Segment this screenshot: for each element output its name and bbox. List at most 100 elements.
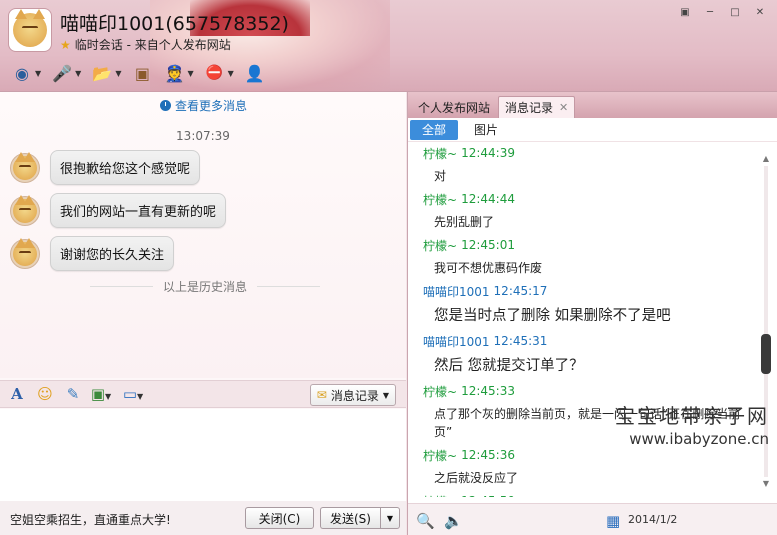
cat-avatar-icon xyxy=(13,194,37,223)
record-text: 之后就没反应了 xyxy=(434,471,519,485)
record-sender[interactable]: 柠檬~ xyxy=(423,493,457,498)
chevron-down-icon[interactable]: ▼ xyxy=(228,69,234,78)
watermark-url: www.ibabyzone.cn xyxy=(629,430,769,448)
screenshot-icon[interactable]: ▭▼ xyxy=(118,385,148,403)
send-file-button[interactable]: 📂 ▼ xyxy=(88,61,124,85)
tab-message-history[interactable]: 消息记录 ✕ xyxy=(498,96,576,118)
message-bubble[interactable]: 我们的网站一直有更新的呢 xyxy=(50,193,227,228)
record-sender[interactable]: 喵喵印1001 xyxy=(423,333,490,350)
filter-images[interactable]: 图片 xyxy=(462,120,510,140)
divider xyxy=(90,286,153,287)
tab-label: 消息记录 xyxy=(505,101,554,115)
record-time: 12:45:50 xyxy=(461,494,515,497)
record-time: 12:44:44 xyxy=(461,192,515,206)
record-time: 12:45:17 xyxy=(493,284,548,298)
message-bubble[interactable]: 谢谢您的长久关注 xyxy=(50,236,175,271)
tab-personal-site[interactable]: 个人发布网站 xyxy=(412,96,496,118)
message-area[interactable]: 查看更多消息 13:07:39 很抱歉给您这个感觉呢 我们的网站一直有更新的呢 … xyxy=(0,92,406,378)
scroll-thumb[interactable] xyxy=(761,334,771,374)
message-timestamp: 13:07:39 xyxy=(176,129,230,143)
view-more-messages-link[interactable]: 查看更多消息 xyxy=(160,97,247,114)
view-more-label: 查看更多消息 xyxy=(175,99,248,113)
message-row: 很抱歉给您这个感觉呢 xyxy=(10,150,201,185)
maximize-button[interactable]: □ xyxy=(724,4,746,20)
filter-all[interactable]: 全部 xyxy=(410,119,459,140)
watermark-text: 宝宝地带亲子网 xyxy=(615,404,769,428)
record-sender[interactable]: 柠檬~ xyxy=(423,237,457,254)
send-button[interactable]: 发送(S) xyxy=(320,507,380,529)
calendar-icon[interactable]: ▦ xyxy=(606,512,620,530)
mic-icon: 🎤 xyxy=(52,63,73,83)
contact-avatar[interactable] xyxy=(8,8,52,52)
record-time: 12:45:33 xyxy=(461,384,515,398)
history-label: 以上是历史消息 xyxy=(163,280,248,294)
avatar[interactable] xyxy=(10,194,40,226)
block-user-button[interactable]: ⛔ ▼ xyxy=(201,61,237,85)
message-bubble[interactable]: 很抱歉给您这个感觉呢 xyxy=(50,150,201,185)
cat-avatar-icon xyxy=(13,9,47,47)
history-footer: 🔍 🔈 ▦ 2014/1/2 xyxy=(408,503,777,535)
speaker-icon[interactable]: 🔈 xyxy=(444,512,463,530)
folder-send-icon: 📂 xyxy=(92,63,113,83)
remote-icon: ▣ xyxy=(134,63,151,83)
search-icon[interactable]: 🔍 xyxy=(416,512,435,530)
chevron-down-icon[interactable]: ▼ xyxy=(115,69,121,78)
scroll-up-icon[interactable]: ▲ xyxy=(760,154,772,164)
chat-column: 查看更多消息 13:07:39 很抱歉给您这个感觉呢 我们的网站一直有更新的呢 … xyxy=(0,92,406,535)
close-window-button[interactable]: ✕ xyxy=(749,4,771,20)
subtitle-text: 临时会话 - 来自个人发布网站 xyxy=(74,38,231,52)
voice-call-button[interactable]: 🎤 ▼ xyxy=(48,61,84,85)
ad-link[interactable]: 空姐空乘招生，直通重点大学! xyxy=(10,511,171,528)
record-text: 我可不想优惠码作废 xyxy=(434,261,543,275)
panel-tabs: 个人发布网站 消息记录 ✕ xyxy=(408,92,777,118)
message-history-button[interactable]: ✉ 消息记录 ▼ xyxy=(309,384,396,406)
record-sender[interactable]: 柠檬~ xyxy=(423,447,457,464)
record-time: 12:45:01 xyxy=(461,238,515,252)
date-label: 2014/1/2 xyxy=(628,513,678,526)
session-subtitle: ★ 临时会话 - 来自个人发布网站 xyxy=(60,36,231,53)
video-call-button[interactable]: ◉ ▼ xyxy=(8,61,44,85)
record-time: 12:44:39 xyxy=(461,146,515,160)
record-sender[interactable]: 柠檬~ xyxy=(423,383,457,400)
skin-button[interactable]: ▣ xyxy=(674,4,696,20)
add-user-icon: 👤 xyxy=(244,63,265,83)
history-separator: 以上是历史消息 xyxy=(90,278,321,295)
record-header: 柠檬~ 12:45:33 xyxy=(408,380,760,402)
history-icon: ✉ xyxy=(316,388,327,402)
add-friend-button[interactable]: 👤 xyxy=(241,61,269,85)
record-header: 柠檬~ 12:45:50 xyxy=(408,490,760,497)
record-header: 喵喵印1001 12:45:31 xyxy=(408,330,760,352)
close-icon[interactable]: ✕ xyxy=(559,101,568,114)
close-button[interactable]: 关闭(C) xyxy=(245,507,314,529)
record-sender[interactable]: 柠檬~ xyxy=(423,191,457,208)
record-sender[interactable]: 柠檬~ xyxy=(423,145,457,162)
message-row: 我们的网站一直有更新的呢 xyxy=(10,193,227,228)
remote-assist-button[interactable]: ▣ xyxy=(128,61,156,85)
cat-avatar-icon xyxy=(13,151,37,180)
avatar[interactable] xyxy=(10,237,40,269)
star-icon: ★ xyxy=(60,38,71,52)
emoji-icon[interactable]: ☺ xyxy=(34,385,56,403)
block-user-icon: ⛔ xyxy=(205,65,224,81)
record-header: 柠檬~ 12:44:44 xyxy=(408,188,760,210)
group-chat-button[interactable]: 👮 ▼ xyxy=(160,61,196,85)
send-options-button[interactable]: ▼ xyxy=(380,507,400,529)
record-header: 喵喵印1001 12:45:17 xyxy=(408,280,760,302)
font-icon[interactable]: A xyxy=(6,385,28,403)
minimize-button[interactable]: ─ xyxy=(699,4,721,20)
contact-name: 喵喵印1001(657578352) xyxy=(60,13,289,35)
record-text: 对 xyxy=(434,169,447,183)
message-input[interactable] xyxy=(0,409,406,501)
chevron-down-icon[interactable]: ▼ xyxy=(35,69,41,78)
magic-expression-icon[interactable]: ✎ xyxy=(62,385,84,403)
chevron-down-icon[interactable]: ▼ xyxy=(187,69,193,78)
record-sender[interactable]: 喵喵印1001 xyxy=(423,283,490,300)
title-bar: 喵喵印1001(657578352) ★ 临时会话 - 来自个人发布网站 ▣ ─ … xyxy=(0,0,777,92)
record-text: 先别乱删了 xyxy=(434,215,495,229)
avatar[interactable] xyxy=(10,151,40,183)
chevron-down-icon[interactable]: ▼ xyxy=(75,69,81,78)
chevron-down-icon: ▼ xyxy=(382,390,389,400)
scroll-down-icon[interactable]: ▼ xyxy=(760,479,772,489)
history-panel: 个人发布网站 消息记录 ✕ 全部 图片 柠檬~ 12:44:39 对柠檬~ 12:44… xyxy=(407,92,777,535)
image-icon[interactable]: ▣▼ xyxy=(90,385,112,403)
